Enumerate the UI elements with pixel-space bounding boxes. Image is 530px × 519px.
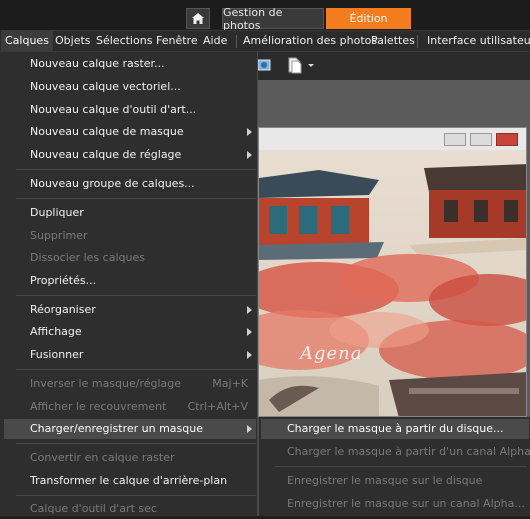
calques-dropdown-menu: Nouveau calque raster... Nouveau calque … (0, 52, 258, 516)
menu-item-nouveau-calque-reglage[interactable]: Nouveau calque de réglage (4, 145, 256, 165)
menu-calques[interactable]: Calques (1, 31, 53, 51)
menu-item-label: Transformer le calque d'arrière-plan (30, 474, 228, 487)
submenu-item-enregistrer-masque-disque: Enregistrer le masque sur le disque (261, 471, 529, 491)
close-icon[interactable] (496, 133, 518, 146)
menu-item-nouveau-calque-vectoriel[interactable]: Nouveau calque vectoriel... (4, 77, 256, 97)
submenu-arrow-icon (247, 151, 252, 159)
menu-item-label: Supprimer (30, 229, 88, 242)
restore-icon[interactable] (470, 133, 492, 146)
shortcut-label: Ctrl+Alt+V (187, 400, 248, 413)
menu-item-label: Propriétés... (30, 274, 97, 287)
submenu-item-charger-masque-canal-alpha: Charger le masque à partir d'un canal Al… (261, 442, 530, 462)
menu-item-affichage[interactable]: Affichage (4, 322, 256, 342)
menu-item-label: Charger le masque à partir du disque... (287, 422, 504, 435)
menu-item-nouveau-calque-raster[interactable]: Nouveau calque raster... (4, 54, 256, 74)
menu-item-nouveau-calque-masque[interactable]: Nouveau calque de masque (4, 122, 256, 142)
menu-item-label: Dupliquer (30, 206, 84, 219)
menu-item-label: Nouveau calque raster... (30, 57, 165, 70)
menu-palettes[interactable]: Palettes (367, 31, 419, 51)
menu-item-label: Calque d'outil d'art sec (30, 502, 157, 515)
menu-separator (275, 466, 527, 467)
menu-item-label: Inverser le masque/réglage (30, 377, 182, 390)
watermark-signature: Agena (300, 343, 363, 364)
menu-interface-utilisateur[interactable]: Interface utilisateur (423, 31, 530, 51)
menu-item-label: Charger le masque à partir d'un canal Al… (287, 445, 530, 458)
menu-item-dupliquer[interactable]: Dupliquer (4, 203, 256, 223)
menu-separator (16, 198, 256, 199)
menu-separator (16, 495, 256, 496)
menu-item-label: Nouveau groupe de calques... (30, 177, 195, 190)
menu-item-label: Dissocier les calques (30, 251, 145, 264)
image-window[interactable] (258, 127, 527, 417)
tab-edition[interactable]: Édition (326, 8, 411, 29)
mask-submenu: Charger le masque à partir du disque... … (258, 417, 530, 516)
menu-item-calque-outil-art-sec: Calque d'outil d'art sec (4, 499, 256, 519)
menu-fenetre[interactable]: Fenêtre (152, 31, 202, 51)
submenu-arrow-icon (247, 306, 252, 314)
menu-item-inverser-masque: Inverser le masque/réglage Maj+K (4, 374, 256, 394)
menu-objets[interactable]: Objets (51, 31, 95, 51)
menubar-divider (417, 35, 418, 48)
workspace-bar: Gestion de photos Édition (0, 0, 530, 32)
menu-separator (16, 169, 256, 170)
menubar: Calques Objets Sélections Fenêtre Aide A… (0, 30, 530, 52)
tab-gestion-photos[interactable]: Gestion de photos (222, 6, 324, 32)
submenu-arrow-icon (247, 128, 252, 136)
menu-item-proprietes[interactable]: Propriétés... (4, 271, 256, 291)
home-icon (192, 13, 204, 24)
menu-item-reorganiser[interactable]: Réorganiser (4, 300, 256, 320)
menu-item-label: Enregistrer le masque sur le disque (287, 474, 483, 487)
menu-item-convertir-calque-raster: Convertir en calque raster (4, 448, 256, 468)
menu-separator (16, 443, 256, 444)
toolbar (256, 52, 530, 80)
menubar-divider (236, 35, 237, 48)
image-painting (259, 150, 526, 416)
menu-item-label: Réorganiser (30, 303, 96, 316)
menu-item-fusionner[interactable]: Fusionner (4, 345, 256, 365)
menu-item-label: Enregistrer le masque sur un canal Alpha… (287, 497, 525, 510)
menu-aide[interactable]: Aide (199, 31, 231, 51)
menu-item-nouveau-calque-outil-art[interactable]: Nouveau calque d'outil d'art... (4, 100, 256, 120)
image-window-titlebar[interactable] (259, 128, 526, 150)
menu-item-label: Nouveau calque de réglage (30, 148, 182, 161)
menu-item-nouveau-groupe-calques[interactable]: Nouveau groupe de calques... (4, 174, 256, 194)
screen-capture-icon[interactable] (256, 56, 274, 74)
menu-separator (16, 369, 256, 370)
submenu-arrow-icon (247, 328, 252, 336)
menu-item-label: Nouveau calque vectoriel... (30, 80, 181, 93)
submenu-arrow-icon (247, 351, 252, 359)
menu-item-label: Fusionner (30, 348, 84, 361)
menu-separator (16, 295, 256, 296)
menu-item-charger-enregistrer-masque[interactable]: Charger/enregistrer un masque (4, 419, 256, 439)
dropdown-arrow-icon[interactable] (306, 56, 316, 74)
submenu-item-charger-masque-disque[interactable]: Charger le masque à partir du disque... (261, 419, 529, 439)
new-document-icon[interactable] (286, 56, 304, 74)
menu-selections[interactable]: Sélections (92, 31, 156, 51)
menu-item-label: Charger/enregistrer un masque (30, 422, 203, 435)
menu-item-dissocier-calques: Dissocier les calques (4, 248, 256, 268)
home-button[interactable] (186, 8, 210, 29)
menu-item-label: Nouveau calque d'outil d'art... (30, 103, 197, 116)
minimize-icon[interactable] (444, 133, 466, 146)
menu-item-label: Afficher le recouvrement (30, 400, 167, 413)
menu-item-supprimer: Supprimer (4, 226, 256, 246)
submenu-arrow-icon (247, 425, 252, 433)
menu-item-afficher-recouvrement: Afficher le recouvrement Ctrl+Alt+V (4, 397, 256, 417)
shortcut-label: Maj+K (212, 377, 248, 390)
menu-item-transformer-arriere-plan[interactable]: Transformer le calque d'arrière-plan (4, 471, 256, 491)
menu-amelioration-photos[interactable]: Amélioration des photos (239, 31, 381, 51)
menu-item-label: Nouveau calque de masque (30, 125, 184, 138)
menu-item-label: Affichage (30, 325, 82, 338)
menu-item-label: Convertir en calque raster (30, 451, 175, 464)
submenu-item-enregistrer-masque-canal-alpha: Enregistrer le masque sur un canal Alpha… (261, 494, 529, 514)
